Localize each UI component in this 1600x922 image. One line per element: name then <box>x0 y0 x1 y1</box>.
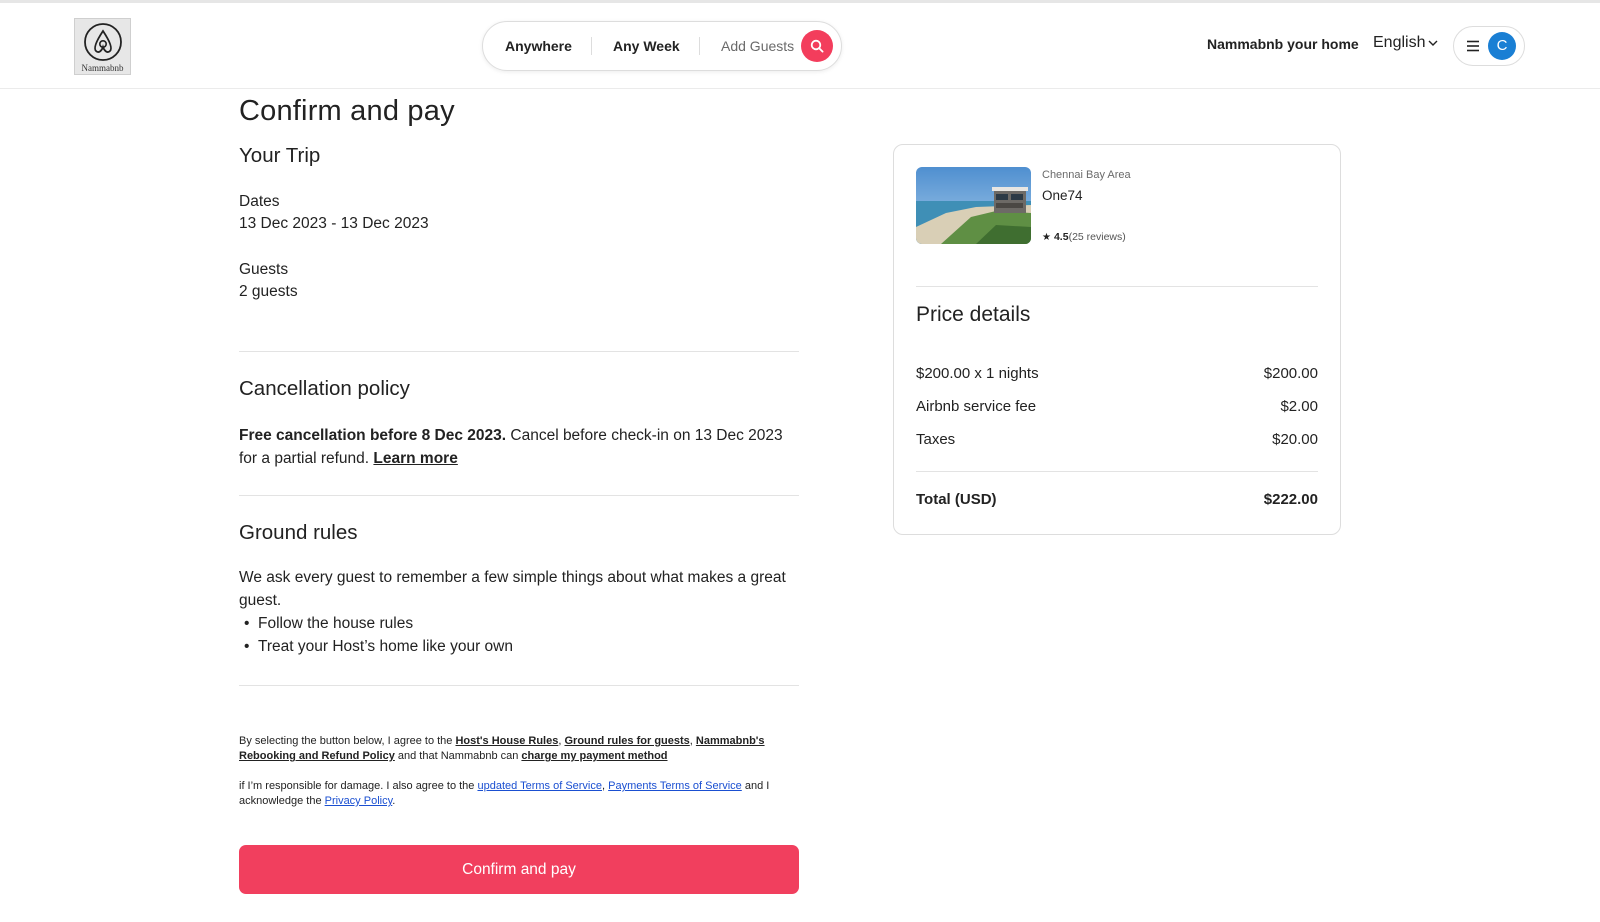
card-divider <box>916 286 1318 287</box>
legal-agreement-text: By selecting the button below, I agree t… <box>239 734 799 764</box>
list-item: Treat your Host’s home like your own <box>239 636 513 659</box>
price-row: Airbnb service fee $2.00 <box>916 398 1318 415</box>
cancellation-policy-text: Free cancellation before 8 Dec 2023. Can… <box>239 425 799 470</box>
search-divider <box>699 37 700 55</box>
ground-rules-heading: Ground rules <box>239 521 358 544</box>
total-label: Total (USD) <box>916 491 997 508</box>
avatar: C <box>1488 32 1516 60</box>
search-bar[interactable]: Anywhere Any Week Add Guests <box>482 21 842 71</box>
price-row-label: $200.00 x 1 nights <box>916 365 1039 382</box>
page-title: Confirm and pay <box>239 95 455 127</box>
cancellation-bold: Free cancellation before 8 Dec 2023. <box>239 427 507 444</box>
section-divider <box>239 495 799 496</box>
card-divider <box>916 471 1318 472</box>
price-summary-card: Chennai Bay Area One74 ★ 4.5(25 reviews) … <box>893 144 1341 535</box>
price-row-amount: $2.00 <box>1280 398 1318 415</box>
header: Nammabnb Anywhere Any Week Add Guests Na… <box>0 3 1600 89</box>
logo-text: Nammabnb <box>81 63 124 73</box>
dates-value: 13 Dec 2023 - 13 Dec 2023 <box>239 215 429 232</box>
price-row-label: Airbnb service fee <box>916 398 1037 415</box>
search-add-guests[interactable]: Add Guests <box>721 22 794 70</box>
logo[interactable]: Nammabnb <box>74 18 131 75</box>
chevron-down-icon[interactable] <box>1428 39 1438 47</box>
listing-name[interactable]: One74 <box>1042 188 1083 203</box>
star-icon: ★ <box>1042 232 1051 243</box>
rating-value: 4.5 <box>1053 231 1069 243</box>
legal-text: and that Nammabnb can <box>394 750 522 762</box>
language-selector[interactable]: English <box>1373 34 1425 52</box>
price-row: $200.00 x 1 nights $200.00 <box>916 365 1318 382</box>
terms-of-service-link[interactable]: updated Terms of Service <box>477 780 602 792</box>
payments-terms-link[interactable]: Payments Terms of Service <box>608 780 742 792</box>
price-row-label: Taxes <box>916 431 956 448</box>
search-icon <box>810 39 824 53</box>
airbnb-logo-icon <box>84 23 122 61</box>
price-row-amount: $20.00 <box>1272 431 1318 448</box>
guests-value: 2 guests <box>239 283 298 300</box>
listing-thumbnail[interactable] <box>916 167 1031 244</box>
price-details-heading: Price details <box>916 303 1031 326</box>
ground-rules-intro: We ask every guest to remember a few sim… <box>239 569 786 609</box>
cancellation-heading: Cancellation policy <box>239 377 410 400</box>
confirm-and-pay-button[interactable]: Confirm and pay <box>239 845 799 894</box>
menu-icon <box>1467 40 1479 52</box>
search-any-week[interactable]: Any Week <box>613 22 680 70</box>
guests-label: Guests <box>239 261 289 278</box>
house-rules-link[interactable]: Host's House Rules <box>455 735 558 747</box>
profile-menu-button[interactable]: C <box>1453 26 1525 66</box>
price-row-amount: $200.00 <box>1263 365 1318 382</box>
listing-rating: ★ 4.5(25 reviews) <box>1042 231 1126 243</box>
learn-more-link[interactable]: Learn more <box>373 450 457 467</box>
section-divider <box>239 685 799 686</box>
charge-payment-link[interactable]: charge my payment method <box>521 750 667 762</box>
legal-terms-text: if I’m responsible for damage. I also ag… <box>239 779 799 809</box>
ground-rules-link[interactable]: Ground rules for guests <box>564 735 689 747</box>
legal-text: By selecting the button below, I agree t… <box>239 735 456 747</box>
price-row: Taxes $20.00 <box>916 431 1318 448</box>
section-divider <box>239 351 799 352</box>
privacy-policy-link[interactable]: Privacy Policy <box>325 795 393 807</box>
legal-text: . <box>392 795 396 807</box>
dates-label: Dates <box>239 193 280 210</box>
your-trip-heading: Your Trip <box>239 144 321 167</box>
listing-area: Chennai Bay Area <box>1042 169 1131 181</box>
total-amount: $222.00 <box>1263 491 1318 508</box>
search-divider <box>591 37 592 55</box>
search-anywhere[interactable]: Anywhere <box>505 22 572 70</box>
ground-rules-list: Follow the house rules Treat your Host’s… <box>239 613 513 658</box>
review-count[interactable]: (25 reviews) <box>1069 231 1126 243</box>
search-button[interactable] <box>801 30 833 62</box>
list-item: Follow the house rules <box>239 613 513 636</box>
legal-text: if I’m responsible for damage. I also ag… <box>239 780 478 792</box>
listing-photo <box>916 167 1031 244</box>
total-row: Total (USD) $222.00 <box>916 491 1318 508</box>
host-your-home-link[interactable]: Nammabnb your home <box>1207 36 1359 52</box>
